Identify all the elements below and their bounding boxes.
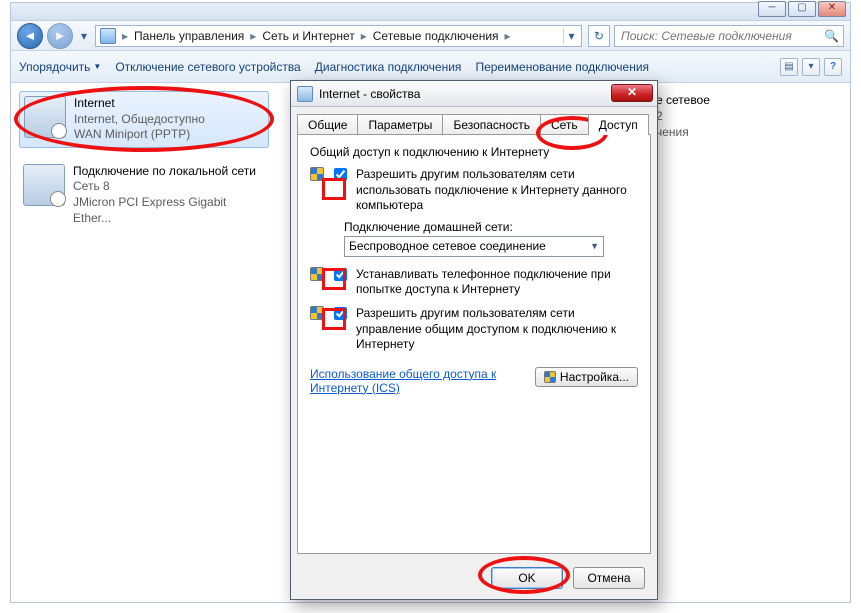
option-allow-control: Разрешить другим пользователям сети упра… [310, 306, 638, 353]
minimize-button[interactable]: ─ [758, 1, 786, 17]
breadcrumb-item[interactable]: Сетевые подключения [373, 29, 499, 43]
connection-device: JMicron PCI Express Gigabit Ether... [73, 195, 265, 226]
toolbar-disable[interactable]: Отключение сетевого устройства [115, 60, 300, 74]
checkbox-allow-sharing[interactable] [334, 168, 347, 181]
home-connection-field: Подключение домашней сети: Беспроводное … [344, 220, 638, 257]
nav-back-button[interactable]: ◄ [17, 23, 43, 49]
connection-status-partial: 2 [656, 108, 710, 124]
ok-button[interactable]: OK [491, 567, 563, 589]
chevron-down-icon: ▼ [590, 241, 599, 251]
breadcrumb[interactable]: ▸ Панель управления ▸ Сеть и Интернет ▸ … [95, 25, 582, 47]
option-label: Устанавливать телефонное подключение при… [356, 267, 638, 298]
dropdown-value: Беспроводное сетевое соединение [349, 239, 546, 253]
connection-icon [24, 96, 66, 138]
shield-icon [310, 167, 324, 181]
location-icon [100, 28, 116, 44]
checkbox-allow-control[interactable] [334, 307, 347, 320]
refresh-button[interactable]: ↻ [588, 25, 610, 47]
view-dropdown-icon[interactable]: ▾ [802, 58, 820, 76]
dialog-title: Internet - свойства [319, 87, 420, 101]
breadcrumb-item[interactable]: Сеть и Интернет [262, 29, 354, 43]
tab-network[interactable]: Сеть [540, 114, 589, 135]
search-input[interactable] [619, 28, 820, 44]
connection-item-internet[interactable]: Internet Internet, Общедоступно WAN Mini… [19, 91, 269, 148]
close-button[interactable]: ✕ [818, 1, 846, 17]
view-icon[interactable]: ▤ [780, 58, 798, 76]
toolbar: Упорядочить ▼ Отключение сетевого устрой… [11, 51, 850, 83]
connection-icon [23, 164, 65, 206]
connection-status: Internet, Общедоступно [74, 112, 205, 128]
tab-panel: Общий доступ к подключению к Интернету Р… [297, 134, 651, 554]
chevron-right-icon: ▸ [248, 29, 258, 43]
breadcrumb-dropdown[interactable]: ▾ [563, 28, 579, 44]
option-label: Разрешить другим пользователям сети упра… [356, 306, 638, 353]
toolbar-diagnose[interactable]: Диагностика подключения [315, 60, 462, 74]
search-box[interactable]: 🔍 [614, 25, 844, 47]
help-icon[interactable]: ? [824, 58, 842, 76]
connection-title: Подключение по локальной сети [73, 164, 265, 180]
shield-icon [544, 371, 556, 383]
chevron-down-icon: ▼ [93, 62, 101, 71]
connection-status: Сеть 8 [73, 179, 265, 195]
connection-item-wifi-partial: е сетевое 2 чения [656, 92, 710, 141]
chevron-right-icon: ▸ [120, 29, 130, 43]
ics-help-link[interactable]: Использование общего доступа к Интернету… [310, 367, 525, 395]
dialog-close-button[interactable]: ✕ [611, 84, 653, 102]
toolbar-rename[interactable]: Переименование подключения [475, 60, 649, 74]
option-allow-sharing: Разрешить другим пользователям сети испо… [310, 167, 638, 214]
address-bar-row: ◄ ► ▾ ▸ Панель управления ▸ Сеть и Интер… [11, 21, 850, 51]
maximize-button[interactable]: ▢ [788, 1, 816, 17]
search-icon: 🔍 [824, 29, 839, 43]
nav-history-dropdown[interactable]: ▾ [77, 26, 91, 46]
connection-device: WAN Miniport (PPTP) [74, 127, 205, 143]
properties-dialog: Internet - свойства ✕ Общие Параметры Бе… [290, 80, 658, 600]
group-title: Общий доступ к подключению к Интернету [310, 145, 638, 159]
dialog-titlebar[interactable]: Internet - свойства ✕ [291, 81, 657, 107]
tab-strip: Общие Параметры Безопасность Сеть Доступ [291, 107, 657, 134]
cancel-button[interactable]: Отмена [573, 567, 645, 589]
connection-device-partial: чения [656, 124, 710, 140]
toolbar-organize[interactable]: Упорядочить ▼ [19, 60, 101, 74]
settings-button[interactable]: Настройка... [535, 367, 638, 387]
checkbox-dial-on-demand[interactable] [334, 268, 347, 281]
chevron-right-icon: ▸ [359, 29, 369, 43]
dialog-icon [297, 86, 313, 102]
option-dial-on-demand: Устанавливать телефонное подключение при… [310, 267, 638, 298]
connection-item-lan[interactable]: Подключение по локальной сети Сеть 8 JMi… [19, 160, 269, 230]
chevron-right-icon: ▸ [503, 29, 513, 43]
button-label: Настройка... [560, 370, 629, 384]
shield-icon [310, 306, 324, 320]
connection-title: Internet [74, 96, 205, 112]
breadcrumb-item[interactable]: Панель управления [134, 29, 244, 43]
toolbar-label: Упорядочить [19, 60, 90, 74]
option-label: Разрешить другим пользователям сети испо… [356, 167, 638, 214]
home-connection-label: Подключение домашней сети: [344, 220, 638, 234]
tab-general[interactable]: Общие [297, 114, 358, 135]
tab-security[interactable]: Безопасность [442, 114, 541, 135]
home-connection-dropdown[interactable]: Беспроводное сетевое соединение ▼ [344, 236, 604, 257]
connection-title-partial: е сетевое [656, 92, 710, 108]
tab-sharing[interactable]: Доступ [588, 114, 649, 135]
shield-icon [310, 267, 324, 281]
window-titlebar: ─ ▢ ✕ [11, 3, 850, 21]
tab-options[interactable]: Параметры [357, 114, 443, 135]
nav-forward-button[interactable]: ► [47, 23, 73, 49]
